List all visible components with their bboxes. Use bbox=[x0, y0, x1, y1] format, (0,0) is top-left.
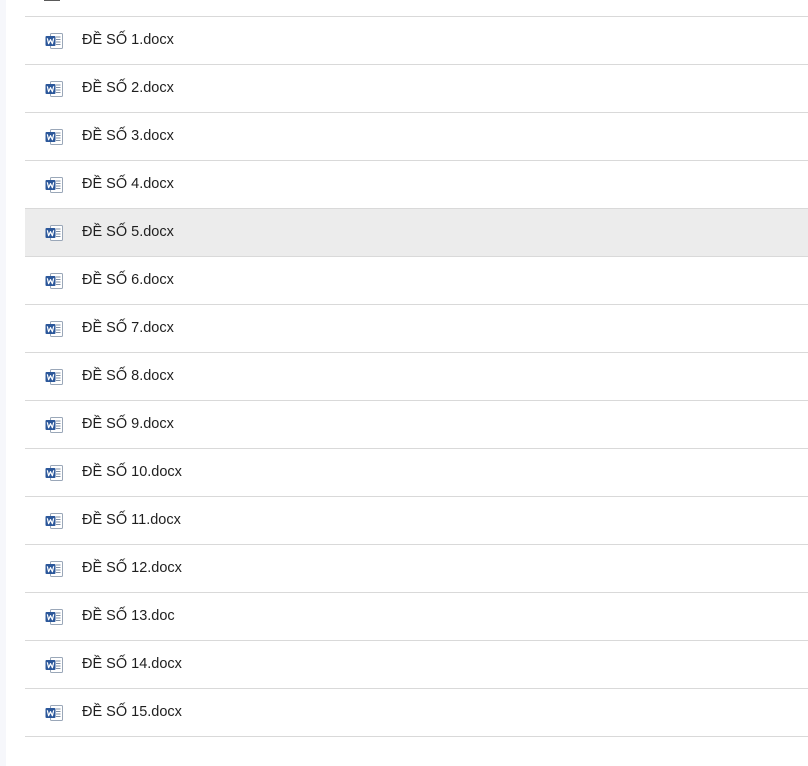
file-row-partial[interactable] bbox=[25, 0, 808, 17]
file-row[interactable]: ĐỀ SỐ 14.docx bbox=[25, 641, 808, 689]
file-name: ĐỀ SỐ 9.docx bbox=[82, 416, 174, 432]
file-row[interactable]: ĐỀ SỐ 12.docx bbox=[25, 545, 808, 593]
file-row[interactable]: ĐỀ SỐ 13.doc bbox=[25, 593, 808, 641]
file-name: ĐỀ SỐ 6.docx bbox=[82, 272, 174, 288]
word-doc-icon bbox=[45, 33, 63, 49]
file-list-panel: ĐỀ SỐ 1.docx ĐỀ SỐ 2.docx ĐỀ SỐ 3.docx Đ… bbox=[6, 0, 808, 766]
word-doc-icon bbox=[45, 465, 63, 481]
file-name: ĐỀ SỐ 8.docx bbox=[82, 368, 174, 384]
file-row[interactable]: ĐỀ SỐ 15.docx bbox=[25, 689, 808, 737]
word-doc-icon bbox=[45, 561, 63, 577]
file-name: ĐỀ SỐ 15.docx bbox=[82, 704, 182, 720]
word-doc-icon bbox=[45, 657, 63, 673]
file-name: ĐỀ SỐ 10.docx bbox=[82, 464, 182, 480]
file-name: ĐỀ SỐ 4.docx bbox=[82, 176, 174, 192]
file-row[interactable]: ĐỀ SỐ 1.docx bbox=[25, 17, 808, 65]
word-doc-icon bbox=[45, 705, 63, 721]
file-name: ĐỀ SỐ 12.docx bbox=[82, 560, 182, 576]
file-row[interactable]: ĐỀ SỐ 10.docx bbox=[25, 449, 808, 497]
word-doc-icon bbox=[45, 417, 63, 433]
file-list: ĐỀ SỐ 1.docx ĐỀ SỐ 2.docx ĐỀ SỐ 3.docx Đ… bbox=[25, 17, 808, 737]
file-name: ĐỀ SỐ 5.docx bbox=[82, 224, 174, 240]
file-row[interactable]: ĐỀ SỐ 4.docx bbox=[25, 161, 808, 209]
folder-icon bbox=[44, 0, 60, 1]
file-row[interactable]: ĐỀ SỐ 6.docx bbox=[25, 257, 808, 305]
word-doc-icon bbox=[45, 177, 63, 193]
word-doc-icon bbox=[45, 225, 63, 241]
word-doc-icon bbox=[45, 369, 63, 385]
word-doc-icon bbox=[45, 513, 63, 529]
file-row[interactable]: ĐỀ SỐ 9.docx bbox=[25, 401, 808, 449]
file-name: ĐỀ SỐ 11.docx bbox=[82, 512, 181, 528]
file-name: ĐỀ SỐ 14.docx bbox=[82, 656, 182, 672]
file-name: ĐỀ SỐ 7.docx bbox=[82, 320, 174, 336]
file-name: ĐỀ SỐ 1.docx bbox=[82, 32, 174, 48]
file-row[interactable]: ĐỀ SỐ 8.docx bbox=[25, 353, 808, 401]
word-doc-icon bbox=[45, 273, 63, 289]
file-name: ĐỀ SỐ 13.doc bbox=[82, 608, 175, 624]
word-doc-icon bbox=[45, 609, 63, 625]
file-name: ĐỀ SỐ 2.docx bbox=[82, 80, 174, 96]
file-row[interactable]: ĐỀ SỐ 11.docx bbox=[25, 497, 808, 545]
file-row[interactable]: ĐỀ SỐ 5.docx bbox=[25, 209, 808, 257]
word-doc-icon bbox=[45, 81, 63, 97]
file-row[interactable]: ĐỀ SỐ 2.docx bbox=[25, 65, 808, 113]
word-doc-icon bbox=[45, 129, 63, 145]
file-name: ĐỀ SỐ 3.docx bbox=[82, 128, 174, 144]
file-row[interactable]: ĐỀ SỐ 3.docx bbox=[25, 113, 808, 161]
word-doc-icon bbox=[45, 321, 63, 337]
file-row[interactable]: ĐỀ SỐ 7.docx bbox=[25, 305, 808, 353]
